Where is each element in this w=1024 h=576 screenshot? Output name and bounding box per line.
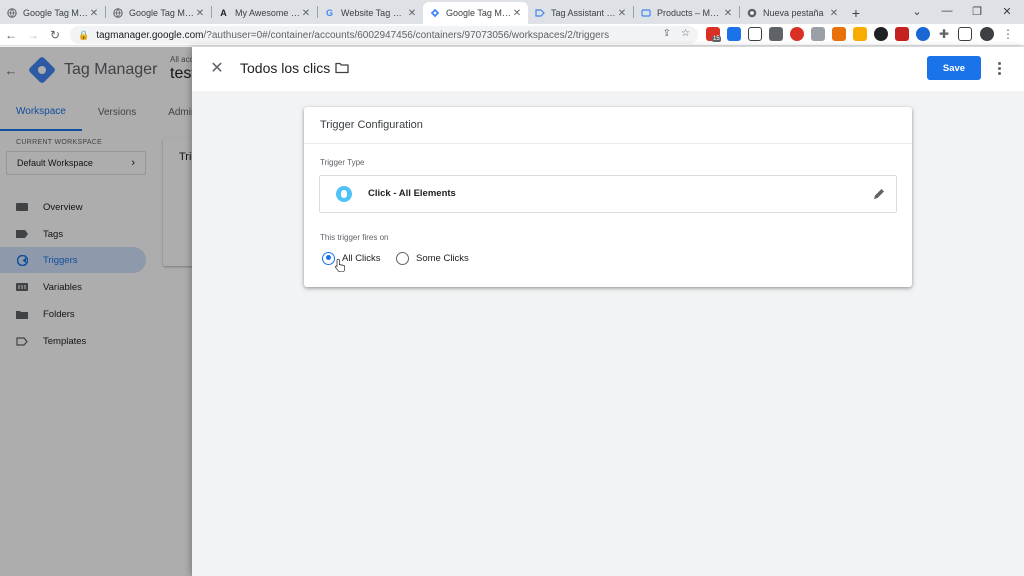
card-title: Trigger Configuration [320,119,423,131]
extension-pdf-icon[interactable] [895,27,909,41]
mouse-click-icon [336,186,352,202]
radio-button[interactable] [396,251,409,265]
extension-grid-icon[interactable] [769,27,783,41]
browser-tab-title: Tag Assistant [Connected] [551,8,617,18]
extension-id-icon[interactable] [811,27,825,41]
extension-circle-icon[interactable] [916,27,930,41]
close-icon[interactable]: ✕ [208,59,226,77]
folder-icon[interactable] [335,62,349,74]
more-options-icon[interactable] [993,59,1005,77]
address-bar[interactable]: 🔒 tagmanager.google.com /?authuser=0#/co… [70,26,698,44]
extension-s-icon[interactable] [832,27,846,41]
radio-some-clicks[interactable]: Some Clicks [396,250,469,266]
globe-icon [112,8,123,19]
browser-tab-title: Website Tag Manager [341,8,407,18]
close-tab-icon[interactable]: ✕ [301,8,311,19]
close-window-icon[interactable]: ✕ [992,0,1022,22]
trigger-name[interactable]: Todos los clics [240,60,330,76]
profile-avatar[interactable] [980,27,994,41]
forward-icon[interactable]: → [22,24,44,46]
globe-icon [6,8,17,19]
browser-tab-title: Nueva pestaña [763,8,824,18]
radio-button-selected[interactable] [322,251,335,265]
close-tab-icon[interactable]: ✕ [723,8,733,19]
close-tab-icon[interactable]: ✕ [89,8,99,19]
mouse-cursor-icon [335,258,345,272]
extensions-puzzle-icon[interactable]: ✚ [937,27,951,41]
new-tab-button[interactable]: + [845,2,867,24]
trigger-type-selector[interactable]: Click - All Elements [319,175,897,213]
share-icon[interactable]: ⇪ [663,28,671,39]
radio-label: Some Clicks [416,252,469,264]
radio-label: All Clicks [342,252,381,264]
close-tab-icon[interactable]: ✕ [617,8,627,19]
browser-tab-strip: Google Tag Manager ✕ Google Tag Manager … [0,0,1024,24]
trigger-configuration-card: Trigger Configuration Trigger Type Click… [304,107,912,287]
browser-tab[interactable]: G Website Tag Manager ✕ [318,2,423,24]
extension-abp-icon[interactable] [790,27,804,41]
google-icon: G [325,8,333,18]
modal-scrim[interactable] [0,47,192,576]
close-tab-icon[interactable]: ✕ [407,8,417,19]
extension-arrow-icon[interactable] [748,27,762,41]
fires-on-label: This trigger fires on [320,233,389,242]
browser-tab[interactable]: Products – My Awesome Store ✕ [634,2,739,24]
browser-menu-icon[interactable]: ⋮ [1001,27,1015,41]
browser-tab-title: Google Tag Manager [23,8,89,18]
extension-o-icon[interactable] [874,27,888,41]
trigger-editor-panel: ✕ Todos los clics Save Trigger Configura… [192,47,1024,576]
panel-header: ✕ Todos los clics Save [192,47,1024,91]
browser-tab[interactable]: A My Awesome Store ✕ [212,2,317,24]
divider [304,143,912,144]
save-button[interactable]: Save [927,56,981,80]
url-path: /?authuser=0#/container/accounts/6002947… [203,29,610,41]
restore-window-icon[interactable]: ❐ [962,0,992,22]
browser-tab-active[interactable]: Google Tag Manager ✕ [423,2,528,24]
close-tab-icon[interactable]: ✕ [829,8,839,19]
gtm-icon [429,8,440,19]
extension-badge: 15 [712,36,721,42]
trigger-type-value: Click - All Elements [368,188,456,199]
edit-pencil-icon[interactable] [872,187,886,201]
browser-tab-title: My Awesome Store [235,8,301,18]
minimize-window-icon[interactable]: — [932,0,962,22]
tab-search-icon[interactable]: ⌄ [902,0,932,22]
browser-tab[interactable]: Google Tag Manager ✕ [106,2,211,24]
browser-tab-title: Google Tag Manager [129,8,195,18]
close-tab-icon[interactable]: ✕ [195,8,205,19]
browser-tab-title: Products – My Awesome Store [657,8,723,18]
back-icon[interactable]: ← [0,24,22,46]
bookmark-star-icon[interactable]: ☆ [681,28,690,39]
extension-docs-icon[interactable] [727,27,741,41]
browser-tab[interactable]: Tag Assistant [Connected] ✕ [528,2,633,24]
browser-tab[interactable]: Google Tag Manager ✕ [0,2,105,24]
reload-icon[interactable]: ↻ [44,24,66,46]
store-icon: A [220,8,227,18]
close-tab-icon[interactable]: ✕ [512,8,522,19]
extension-note-icon[interactable] [853,27,867,41]
chrome-icon [746,8,757,19]
lock-icon: 🔒 [78,29,90,40]
bag-icon [640,8,651,19]
tag-icon [534,8,545,19]
url-host: tagmanager.google.com [96,29,204,41]
sidepanel-icon[interactable] [958,27,972,41]
browser-tab[interactable]: Nueva pestaña ✕ [740,2,845,24]
trigger-type-label: Trigger Type [320,158,365,167]
radio-all-clicks[interactable]: All Clicks [322,250,381,266]
browser-tab-title: Google Tag Manager [446,8,512,18]
